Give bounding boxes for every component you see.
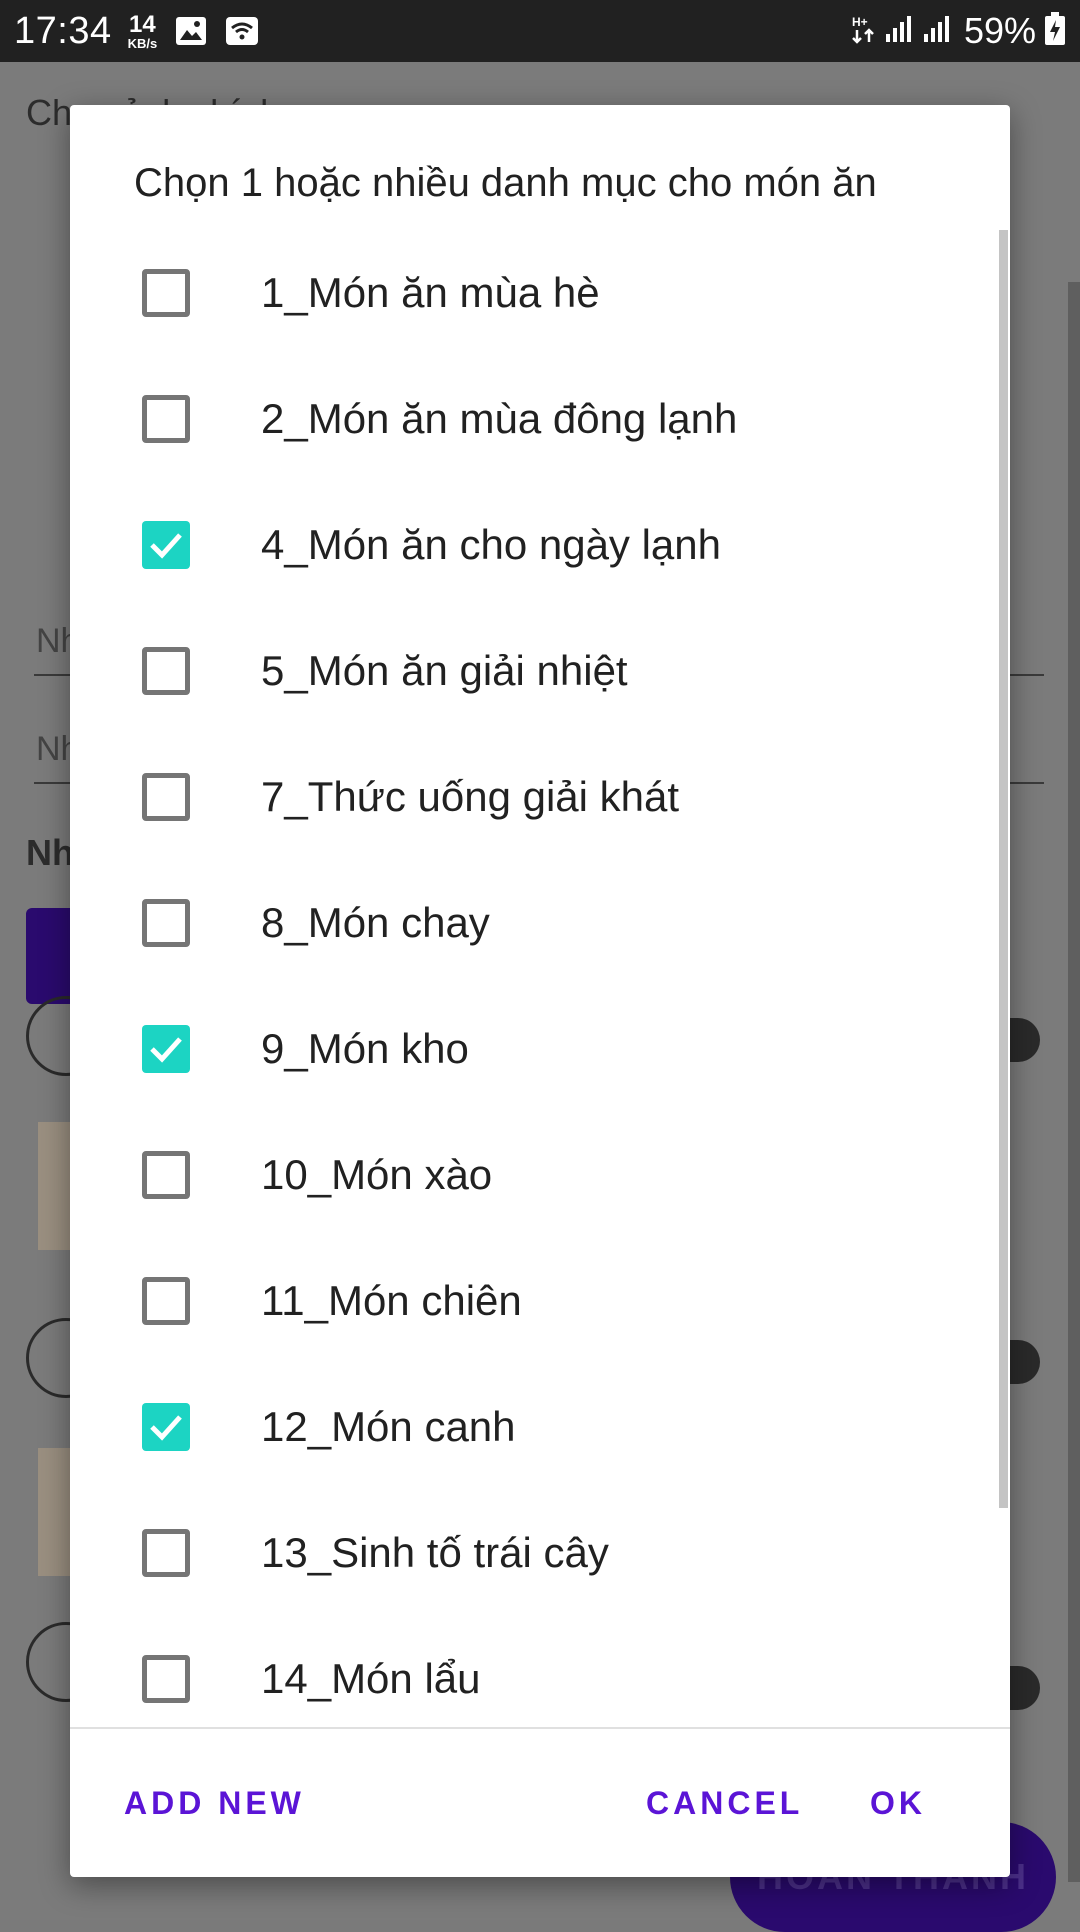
check-icon <box>150 533 182 559</box>
check-icon <box>150 1037 182 1063</box>
signal-icon-2 <box>922 14 952 49</box>
list-item[interactable]: 2_Món ăn mùa đông lạnh <box>70 356 1010 482</box>
list-item-label: 13_Sinh tố trái cây <box>261 1529 609 1576</box>
check-icon <box>150 1415 182 1441</box>
list-item[interactable]: 4_Món ăn cho ngày lạnh <box>70 482 1010 608</box>
network-speed: 14 KB/s <box>127 10 158 51</box>
list-item[interactable]: 9_Món kho <box>70 986 1010 1112</box>
list-item-label: 11_Món chiên <box>261 1277 522 1324</box>
list-item[interactable]: 11_Món chiên <box>70 1238 1010 1364</box>
status-right: H+ 59% <box>850 10 1066 52</box>
list-item-label: 8_Món chay <box>261 899 490 946</box>
svg-text:H+: H+ <box>852 15 868 29</box>
checkbox-checked[interactable] <box>142 1403 190 1451</box>
list-item[interactable]: 5_Món ăn giải nhiệt <box>70 608 1010 734</box>
background-scrollbar <box>1068 282 1080 1882</box>
status-bar: 17:34 14 KB/s H+ 59% <box>0 0 1080 62</box>
battery-percent: 59% <box>963 10 1036 51</box>
data-transfer-icon: H+ <box>850 13 876 50</box>
checkbox[interactable] <box>142 1529 190 1577</box>
list-item[interactable]: 12_Món canh <box>70 1364 1010 1490</box>
checkbox[interactable] <box>142 269 190 317</box>
background-toggle <box>1010 1018 1040 1062</box>
list-item-label: 7_Thức uống giải khát <box>261 773 680 820</box>
list-item[interactable]: 1_Món ăn mùa hè <box>70 230 1010 356</box>
background-toggle-2 <box>1010 1340 1040 1384</box>
checkbox[interactable] <box>142 899 190 947</box>
checkbox-checked[interactable] <box>142 1025 190 1073</box>
list-item-label: 14_Món lẩu <box>261 1655 481 1702</box>
checkbox[interactable] <box>142 1151 190 1199</box>
cancel-button[interactable]: CANCEL <box>646 1785 803 1822</box>
gallery-icon <box>175 16 207 46</box>
list-item[interactable]: 10_Món xào <box>70 1112 1010 1238</box>
list-item-label: 2_Món ăn mùa đông lạnh <box>261 395 738 442</box>
status-time: 17:34 <box>14 9 112 52</box>
checkbox[interactable] <box>142 1277 190 1325</box>
checkbox[interactable] <box>142 395 190 443</box>
background-section-label: Nh <box>26 832 74 873</box>
wifi-call-icon <box>225 16 259 46</box>
list-item[interactable]: 14_Món lẩu <box>70 1616 1010 1742</box>
background-toggle-3 <box>1010 1666 1040 1710</box>
list-item-label: 12_Món canh <box>261 1403 516 1450</box>
dialog-scrollbar[interactable] <box>999 230 1008 1508</box>
list-item-label: 1_Món ăn mùa hè <box>261 269 600 316</box>
list-item[interactable]: 7_Thức uống giải khát <box>70 734 1010 860</box>
checkbox[interactable] <box>142 773 190 821</box>
battery-charging-icon <box>1044 11 1066 51</box>
list-item-label: 5_Món ăn giải nhiệt <box>261 647 628 694</box>
list-item-label: 9_Món kho <box>261 1025 469 1072</box>
list-item[interactable]: 8_Món chay <box>70 860 1010 986</box>
list-item-label: 10_Món xào <box>261 1151 493 1198</box>
list-item-label: 4_Món ăn cho ngày lạnh <box>261 521 722 568</box>
network-speed-unit: KB/s <box>127 35 158 51</box>
checkbox[interactable] <box>142 1655 190 1703</box>
ok-button[interactable]: OK <box>870 1785 926 1822</box>
add-new-button[interactable]: ADD NEW <box>124 1785 305 1822</box>
network-speed-value: 14 <box>129 10 156 38</box>
category-dialog: Chọn 1 hoặc nhiều danh mục cho món ăn 1_… <box>70 105 1010 1877</box>
checkbox-checked[interactable] <box>142 521 190 569</box>
list-item[interactable]: 13_Sinh tố trái cây <box>70 1490 1010 1616</box>
dialog-divider <box>70 1727 1010 1729</box>
checkbox[interactable] <box>142 647 190 695</box>
category-list[interactable]: 1_Món ăn mùa hè 2_Món ăn mùa đông lạnh 4_M… <box>70 230 1010 1830</box>
signal-icon <box>884 14 914 49</box>
dialog-title: Chọn 1 hoặc nhiều danh mục cho món ăn <box>134 161 877 205</box>
